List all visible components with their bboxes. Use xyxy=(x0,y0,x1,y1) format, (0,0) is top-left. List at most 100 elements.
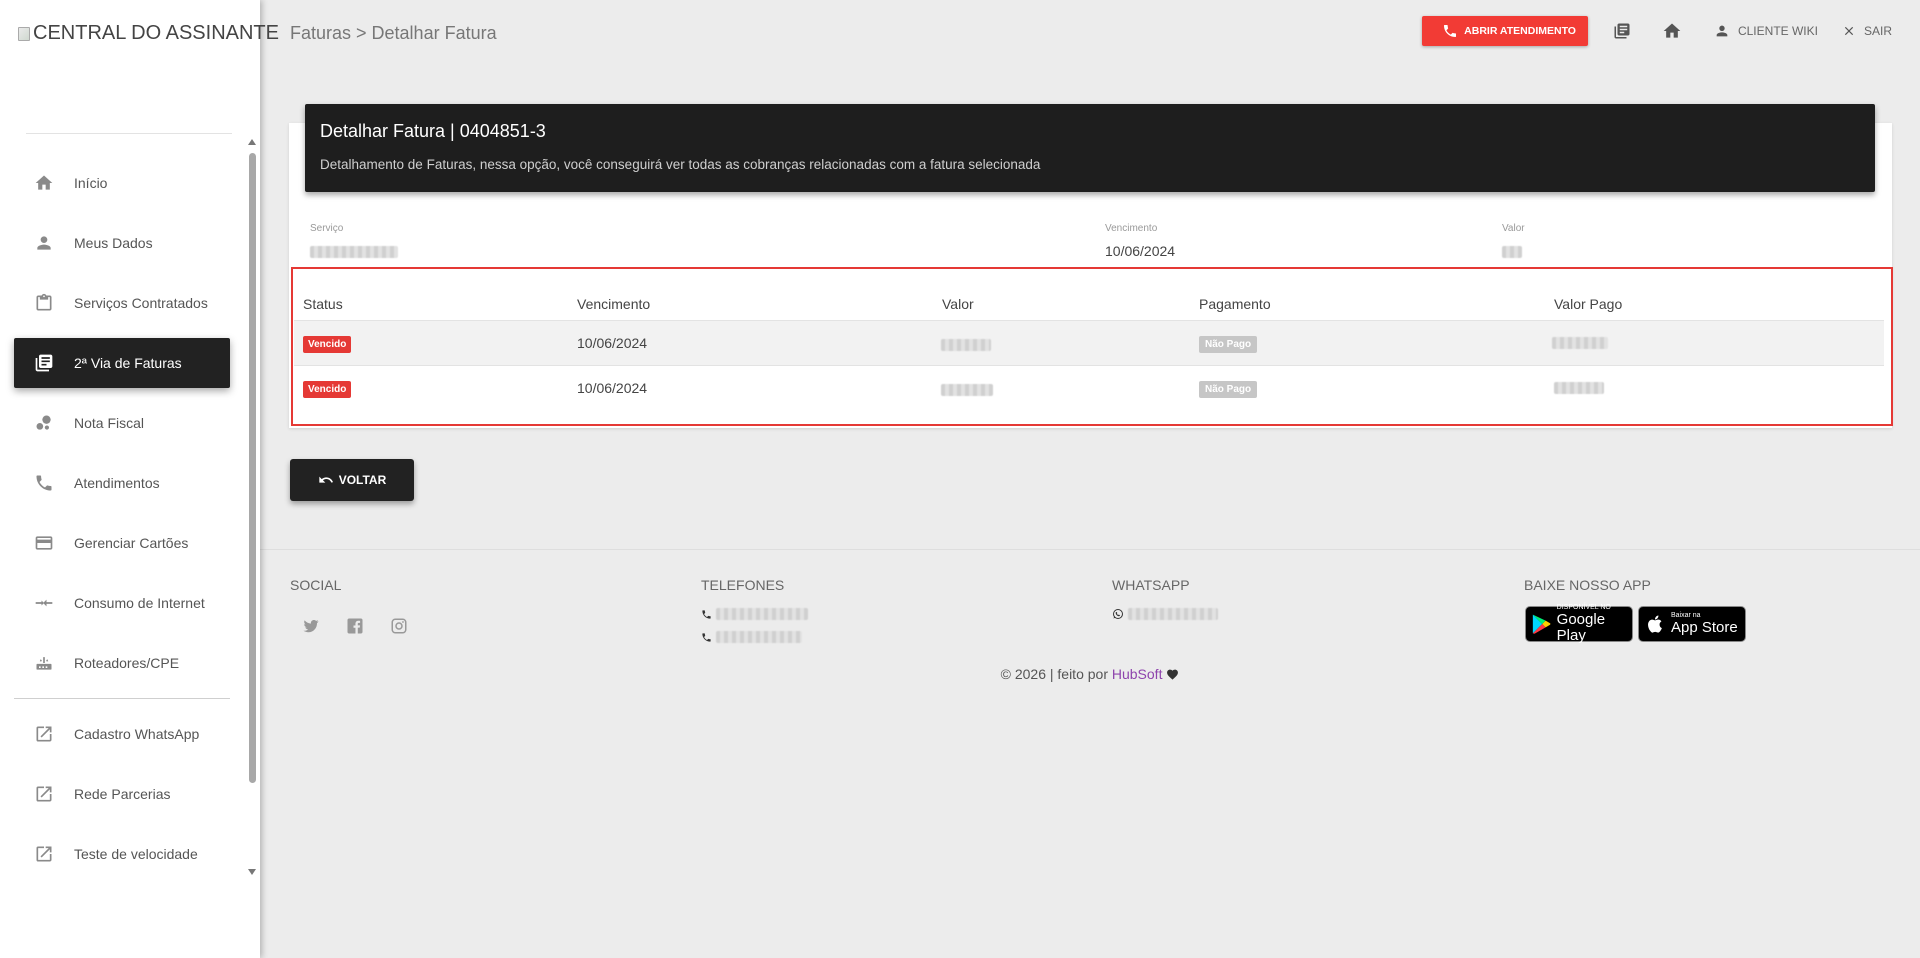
valor-pago-cell-redacted xyxy=(1552,336,1608,352)
phone-number-redacted xyxy=(716,631,802,643)
abrir-atendimento-button[interactable]: ABRIR ATENDIMENTO xyxy=(1422,16,1588,46)
instagram-icon[interactable] xyxy=(390,617,408,640)
page-title: Detalhar Fatura | 0404851-3 xyxy=(320,121,546,141)
heart-icon xyxy=(1167,669,1179,680)
table-header-vencimento: Vencimento xyxy=(577,296,651,312)
sidebar-item-label: Atendimentos xyxy=(74,475,160,491)
status-badge: Vencido xyxy=(303,381,352,398)
home-icon xyxy=(1663,23,1681,38)
whatsapp-icon xyxy=(1113,609,1123,619)
scroll-down-arrow-icon[interactable] xyxy=(248,869,256,875)
phone-icon xyxy=(702,632,711,642)
status-badge: Vencido xyxy=(303,336,352,353)
table-row[interactable]: Vencido 10/06/2024 Não Pago xyxy=(294,365,1884,410)
voltar-button[interactable]: VOLTAR xyxy=(290,459,414,501)
table-header-valor-pago: Valor Pago xyxy=(1554,296,1623,312)
cliente-wiki-link[interactable]: CLIENTE WIKI xyxy=(1714,23,1818,39)
valor-label: Valor xyxy=(1502,223,1525,234)
bubbles-icon xyxy=(14,413,74,433)
sidebar-item-inicio[interactable]: Início xyxy=(14,158,230,208)
sidebar-item-label: Roteadores/CPE xyxy=(74,655,180,671)
sidebar: CENTRAL DO ASSINANTE Início Meus Dados S… xyxy=(0,0,279,958)
vencimento-cell: 10/06/2024 xyxy=(577,335,648,351)
logout-link[interactable]: SAIR xyxy=(1842,24,1892,38)
copyright-text: © 2026 | feito por xyxy=(1000,666,1108,682)
whatsapp-line[interactable] xyxy=(1112,608,1218,620)
sidebar-item-label: Nota Fiscal xyxy=(74,415,145,431)
copyright: © 2026 | feito por HubSoft xyxy=(0,666,1920,682)
breadcrumb: Faturas > Detalhar Fatura xyxy=(290,23,497,43)
abrir-atendimento-label: ABRIR ATENDIMENTO xyxy=(1464,25,1576,37)
google-play-badge[interactable]: DISPONÍVEL NO Google Play xyxy=(1525,604,1633,644)
broken-image-icon xyxy=(18,26,30,41)
sidebar-item-atendimentos[interactable]: Atendimentos xyxy=(14,458,230,508)
scrollbar-thumb[interactable] xyxy=(249,153,256,783)
sidebar-item-label: Rede Parcerias xyxy=(74,786,171,802)
valor-pago-cell-redacted xyxy=(1554,381,1604,397)
social-links xyxy=(302,617,408,640)
sidebar-item-faturas[interactable]: 2ª Via de Faturas xyxy=(14,338,230,388)
sidebar-item-cartoes[interactable]: Gerenciar Cartões xyxy=(14,518,230,568)
card-header: Detalhar Fatura | 0404851-3 Detalhamento… xyxy=(305,104,1875,192)
external-link-icon xyxy=(14,784,74,804)
valor-value-redacted xyxy=(1502,245,1522,261)
sidebar-item-label: Meus Dados xyxy=(74,235,153,251)
top-nav: ABRIR ATENDIMENTO CLIENTE WIKI SAIR xyxy=(1422,16,1906,46)
vencimento-label: Vencimento xyxy=(1105,223,1158,234)
sidebar-item-consumo[interactable]: Consumo de Internet xyxy=(14,578,230,628)
sidebar-item-nota-fiscal[interactable]: Nota Fiscal xyxy=(14,398,230,448)
page-subtitle: Detalhamento de Faturas, nessa opção, vo… xyxy=(320,157,1041,172)
home-button[interactable] xyxy=(1654,16,1690,46)
sidebar-item-label: Serviços Contratados xyxy=(74,295,208,311)
sidebar-item-label: Cadastro WhatsApp xyxy=(74,726,200,742)
sidebar-item-roteadores[interactable]: Roteadores/CPE xyxy=(14,638,230,688)
brand-alt-text: CENTRAL DO ASSINANTE xyxy=(33,22,279,44)
hubsoft-link[interactable]: HubSoft xyxy=(1112,666,1163,682)
pagamento-badge: Não Pago xyxy=(1199,336,1258,353)
servico-label: Serviço xyxy=(310,223,344,234)
sidebar-item-servicos[interactable]: Serviços Contratados xyxy=(14,278,230,328)
app-store-badge[interactable]: Baixar na App Store xyxy=(1638,606,1746,642)
app-store-big-text: App Store xyxy=(1671,619,1738,636)
credit-card-icon xyxy=(14,533,74,553)
external-link-icon xyxy=(14,844,74,864)
phone-icon xyxy=(702,609,711,619)
logout-label: SAIR xyxy=(1863,24,1892,38)
invoices-shortcut-button[interactable] xyxy=(1604,16,1640,46)
footer-app-title: BAIXE NOSSO APP xyxy=(1524,577,1651,593)
sidebar-item-rede-parcerias[interactable]: Rede Parcerias xyxy=(14,769,230,819)
vencimento-value: 10/06/2024 xyxy=(1105,243,1176,259)
scroll-up-arrow-icon[interactable] xyxy=(248,139,256,145)
valor-cell-redacted xyxy=(941,383,993,399)
router-icon xyxy=(14,653,74,673)
app-store-text: Baixar na App Store xyxy=(1671,612,1738,636)
sidebar-scrollbar[interactable] xyxy=(246,135,258,875)
transfer-icon xyxy=(14,593,74,613)
phone-line-1[interactable] xyxy=(701,608,808,620)
facebook-icon[interactable] xyxy=(346,617,364,640)
twitter-icon[interactable] xyxy=(302,617,320,640)
sidebar-item-meus-dados[interactable]: Meus Dados xyxy=(14,218,230,268)
sidebar-item-teste-velocidade[interactable]: Teste de velocidade xyxy=(14,829,230,879)
vencimento-cell: 10/06/2024 xyxy=(577,380,648,396)
invoices-icon xyxy=(1614,23,1630,39)
sidebar-item-cadastro-whatsapp[interactable]: Cadastro WhatsApp xyxy=(14,709,230,759)
whatsapp-number-redacted xyxy=(1128,608,1218,620)
footer-whatsapp-title: WHATSAPP xyxy=(1112,577,1190,593)
phone-line-2[interactable] xyxy=(701,631,802,643)
sidebar-item-label: Consumo de Internet xyxy=(74,595,205,611)
cliente-wiki-label: CLIENTE WIKI xyxy=(1737,24,1818,38)
phone-number-redacted xyxy=(716,608,808,620)
footer-social-title: SOCIAL xyxy=(290,577,342,593)
phone-icon xyxy=(1444,25,1457,37)
brand-logo[interactable]: CENTRAL DO ASSINANTE xyxy=(18,22,279,45)
phone-icon xyxy=(14,473,74,493)
external-link-icon xyxy=(14,724,74,744)
apple-icon xyxy=(1648,615,1662,633)
table-row[interactable]: Vencido 10/06/2024 Não Pago xyxy=(294,320,1884,365)
valor-cell-redacted xyxy=(941,338,991,354)
person-icon xyxy=(14,233,74,253)
table-header-valor: Valor xyxy=(942,296,974,312)
table-header-pagamento: Pagamento xyxy=(1199,296,1271,312)
undo-icon xyxy=(319,476,333,483)
